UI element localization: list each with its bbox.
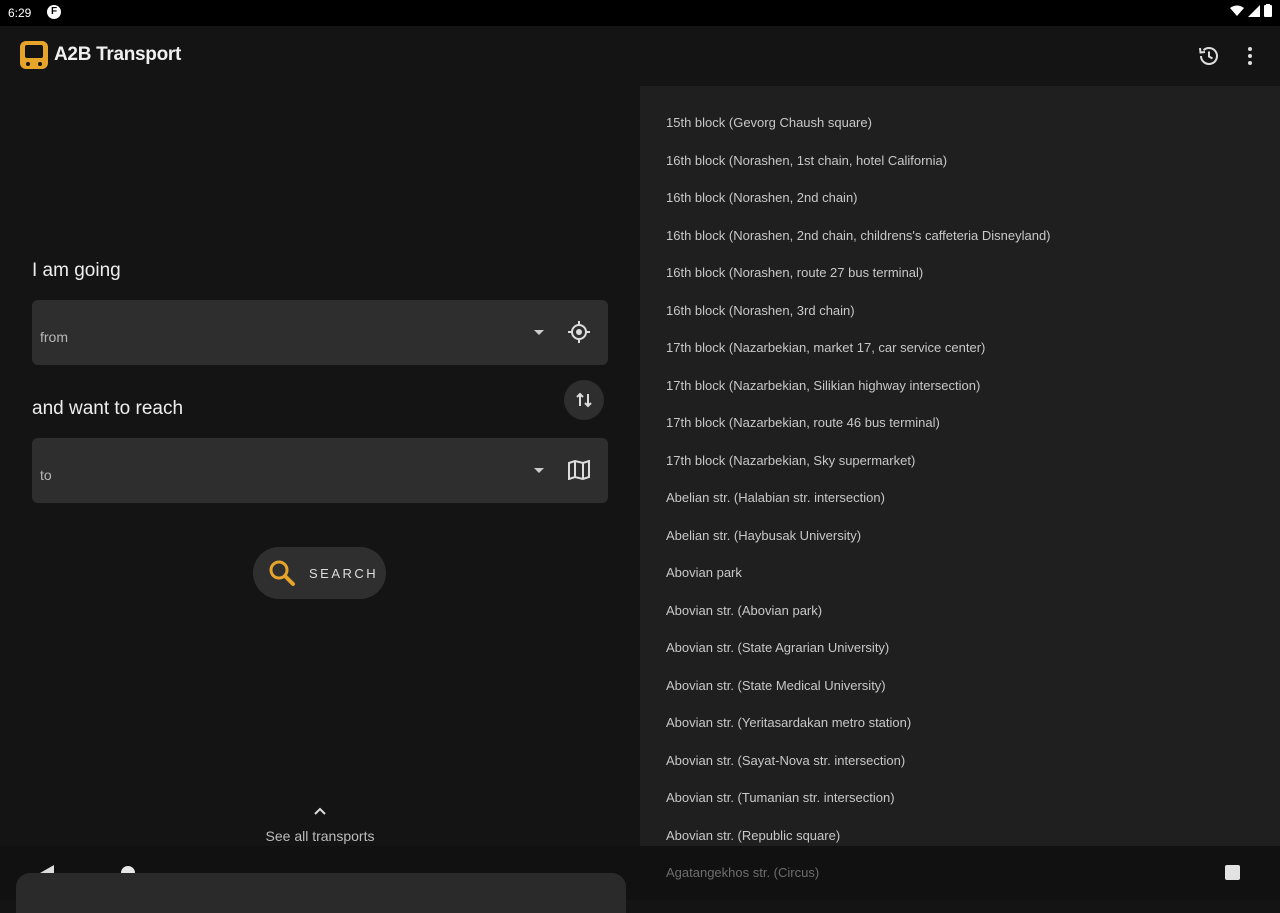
list-item[interactable]: Abelian str. (Haybusak University) [666, 528, 861, 543]
see-all-label: See all transports [265, 828, 375, 844]
list-item[interactable]: 15th block (Gevorg Chaush square) [666, 115, 872, 130]
signal-icon [1248, 4, 1260, 17]
list-item[interactable]: Abelian str. (Halabian str. intersection… [666, 490, 885, 505]
list-item[interactable]: Abovian str. (Republic square) [666, 828, 840, 843]
route-search-panel: I am going from and want to reach to SEA… [0, 86, 640, 846]
app-bar: A2B Transport [0, 26, 1280, 86]
list-item[interactable]: Agatangekhos str. (Circus) [666, 865, 819, 880]
from-placeholder: from [40, 329, 68, 345]
list-item[interactable]: 17th block (Nazarbekian, Silikian highwa… [666, 378, 980, 393]
list-item[interactable]: Abovian str. (Abovian park) [666, 603, 822, 618]
from-field[interactable]: from [32, 300, 608, 365]
dropdown-icon[interactable] [534, 468, 544, 473]
battery-icon [1264, 4, 1272, 17]
list-item[interactable]: 17th block (Nazarbekian, route 46 bus te… [666, 415, 940, 430]
list-item[interactable]: Abovian str. (Yeritasardakan metro stati… [666, 715, 911, 730]
list-item[interactable]: 16th block (Norashen, 1st chain, hotel C… [666, 153, 947, 168]
stops-dropdown-list: 15th block (Gevorg Chaush square) 16th b… [640, 86, 1280, 846]
list-item[interactable]: 16th block (Norashen, 2nd chain, childre… [666, 228, 1051, 243]
history-button[interactable] [1192, 39, 1226, 73]
bus-logo-icon [20, 41, 48, 69]
list-item[interactable]: 17th block (Nazarbekian, Sky supermarket… [666, 453, 915, 468]
search-icon [267, 558, 297, 588]
list-item[interactable]: 16th block (Norashen, 3rd chain) [666, 303, 855, 318]
recents-icon[interactable] [1225, 865, 1240, 880]
list-item[interactable]: 16th block (Norashen, 2nd chain) [666, 190, 858, 205]
list-item[interactable]: Abovian str. (State Medical University) [666, 678, 886, 693]
list-item[interactable]: Abovian str. (Tumanian str. intersection… [666, 790, 895, 805]
more-vert-icon [1248, 47, 1252, 65]
status-time: 6:29 [8, 6, 32, 20]
to-placeholder: to [40, 467, 52, 483]
wifi-icon [1230, 5, 1244, 16]
more-options-button[interactable] [1233, 39, 1267, 73]
my-location-icon[interactable] [566, 319, 592, 345]
system-icons [1230, 4, 1272, 17]
list-item[interactable]: Abovian str. (Sayat-Nova str. intersecti… [666, 753, 905, 768]
list-item[interactable]: Abovian park [666, 565, 742, 580]
to-heading: and want to reach [32, 398, 184, 419]
to-field[interactable]: to [32, 438, 608, 503]
notification-app-icon: F [47, 5, 61, 19]
bottom-sheet-handle[interactable] [16, 873, 626, 913]
dropdown-icon[interactable] [534, 330, 544, 335]
list-item[interactable]: 16th block (Norashen, route 27 bus termi… [666, 265, 923, 280]
from-heading: I am going [32, 260, 121, 281]
map-icon[interactable] [566, 457, 592, 483]
see-all-transports[interactable]: See all transports [220, 806, 420, 844]
search-button[interactable]: SEARCH [253, 547, 386, 599]
swap-button[interactable] [564, 380, 604, 420]
search-label: SEARCH [309, 565, 379, 581]
swap-icon [576, 392, 592, 408]
app-title: A2B Transport [54, 44, 182, 65]
list-item[interactable]: Abovian str. (State Agrarian University) [666, 640, 889, 655]
status-bar: 6:29 F [0, 0, 1280, 26]
chevron-up-icon [220, 806, 420, 828]
list-item[interactable]: 17th block (Nazarbekian, market 17, car … [666, 340, 985, 355]
history-icon [1199, 47, 1218, 65]
